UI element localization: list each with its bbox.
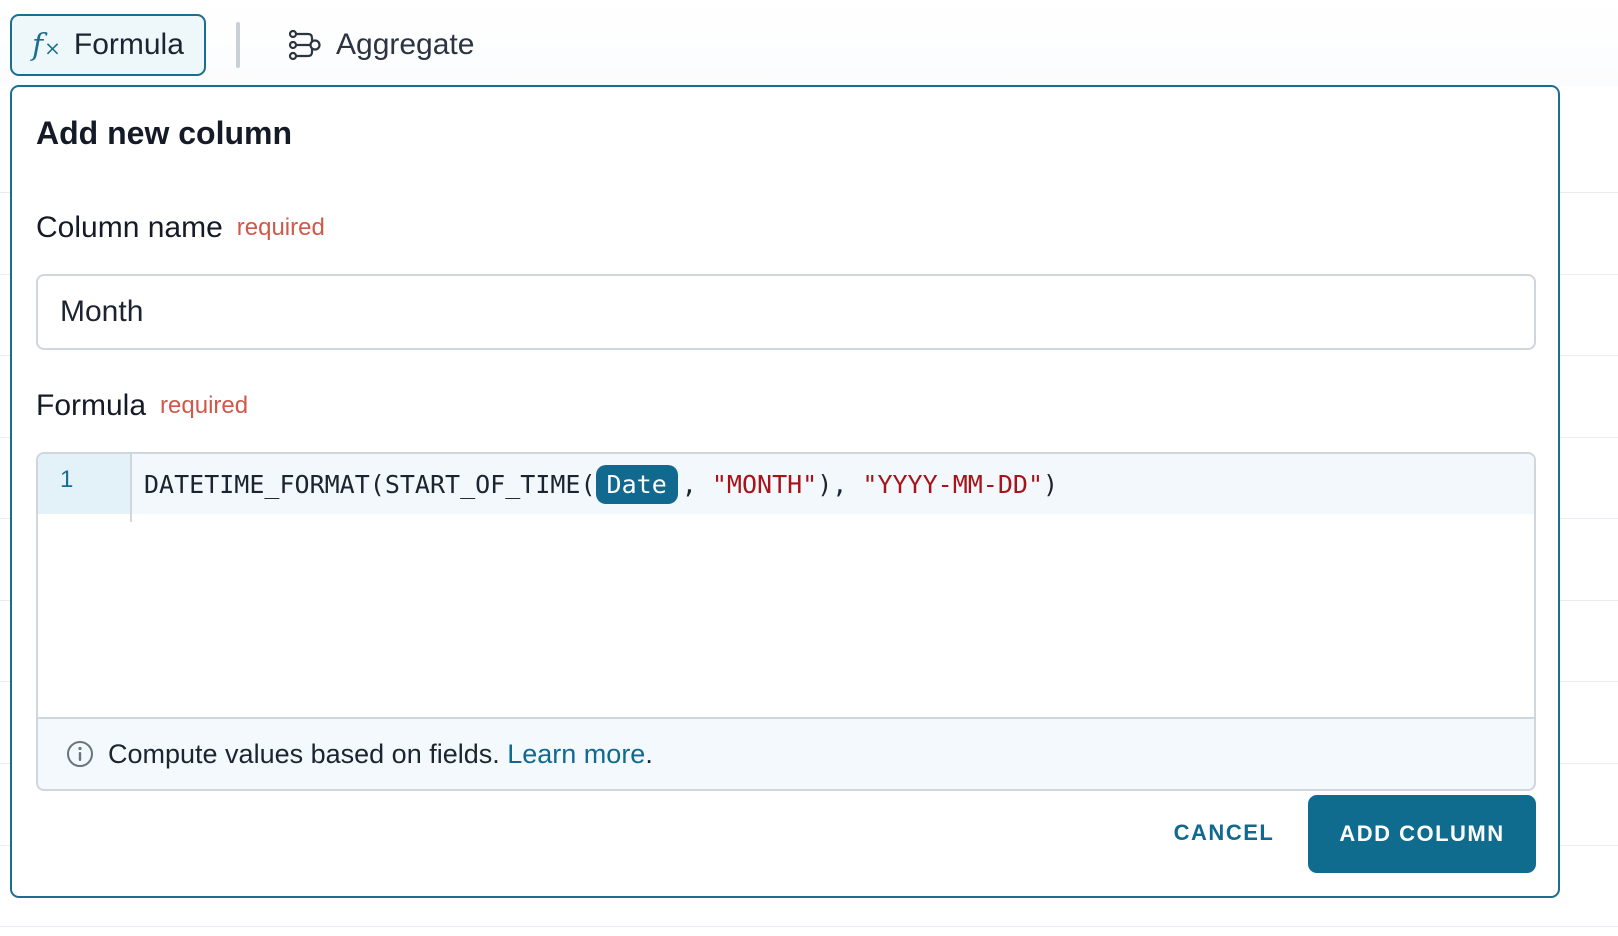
field-token-date[interactable]: Date <box>595 464 678 504</box>
line-number: 1 <box>60 466 74 493</box>
formula-tab-button[interactable]: f × Formula <box>10 14 206 76</box>
help-text: Compute values based on fields. <box>108 738 508 769</box>
help-trailing: . <box>645 738 653 769</box>
toolbar-divider <box>236 22 240 68</box>
code-fn-prefix: DATETIME_FORMAT(START_OF_TIME( <box>144 469 596 499</box>
formula-tab-label: Formula <box>73 28 184 61</box>
code-line[interactable]: DATETIME_FORMAT(START_OF_TIME(Date, "MON… <box>132 454 1534 514</box>
code-arg-format: "YYYY-MM-DD" <box>862 469 1044 499</box>
aggregate-icon <box>288 29 321 61</box>
code-arg-month: "MONTH" <box>711 469 818 499</box>
line-gutter: 1 <box>38 454 132 514</box>
aggregate-tab-label: Aggregate <box>336 28 475 61</box>
dialog-title: Add new column <box>36 115 292 151</box>
formula-help-bar: Compute values based on fields. Learn mo… <box>36 717 1536 791</box>
code-sep1: , <box>681 469 712 499</box>
formula-label: Formula required <box>36 389 248 423</box>
gutter-edge <box>130 514 132 522</box>
cancel-button[interactable]: CANCEL <box>1162 795 1286 871</box>
info-icon <box>67 741 93 767</box>
code-mid: ), <box>817 469 863 499</box>
column-name-required: required <box>236 214 325 241</box>
code-suffix: ) <box>1043 469 1059 499</box>
column-name-label-text: Column name <box>36 211 223 244</box>
formula-editor[interactable]: 1 DATETIME_FORMAT(START_OF_TIME(Date, "M… <box>36 452 1536 717</box>
formula-required: required <box>160 392 249 419</box>
column-name-label: Column name required <box>36 211 325 245</box>
toolbar: f × Formula Aggregate <box>0 0 1618 86</box>
fx-icon: f × <box>32 27 61 63</box>
formula-label-text: Formula <box>36 389 147 422</box>
add-column-button[interactable]: ADD COLUMN <box>1308 795 1536 873</box>
column-name-input[interactable] <box>36 274 1536 350</box>
add-column-dialog: Add new column Column name required Formu… <box>10 85 1560 898</box>
aggregate-tab-button[interactable]: Aggregate <box>288 14 474 76</box>
learn-more-link[interactable]: Learn more <box>507 739 645 770</box>
